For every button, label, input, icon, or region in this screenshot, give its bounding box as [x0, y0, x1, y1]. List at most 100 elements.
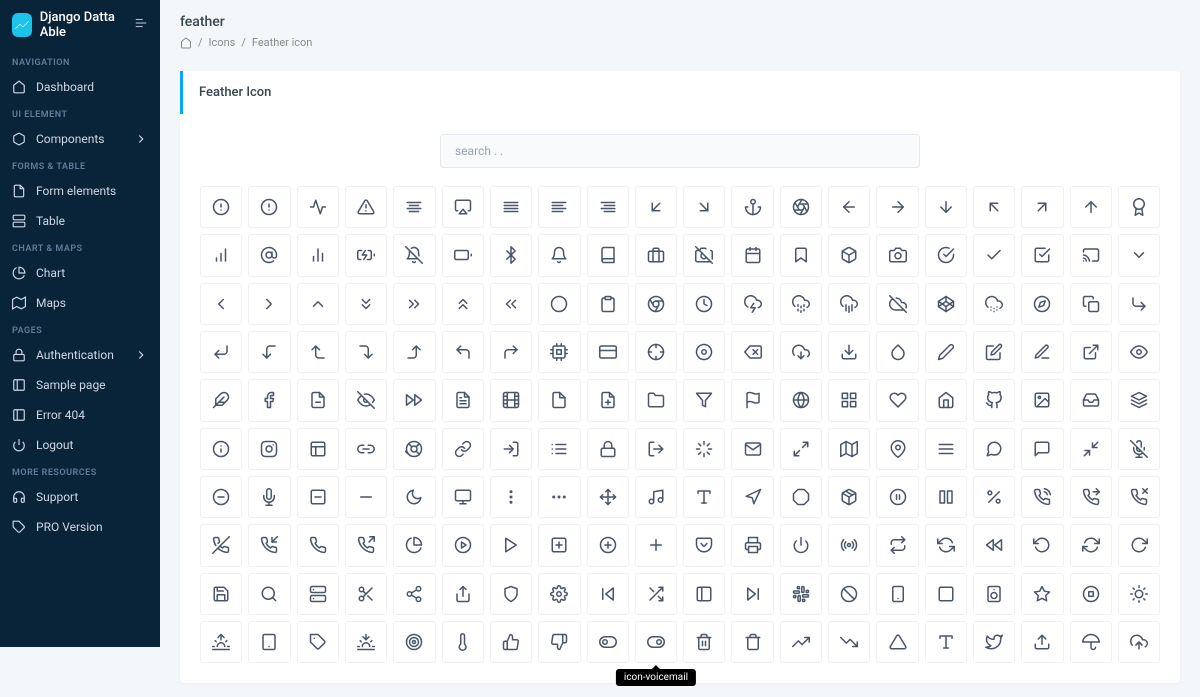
icon-more-vertical[interactable] — [490, 476, 532, 518]
icon-corner-left-down[interactable] — [248, 331, 290, 373]
sidebar-item-components[interactable]: Components — [0, 124, 160, 154]
icon-settings[interactable] — [538, 573, 580, 615]
icon-trending-down[interactable] — [828, 621, 870, 663]
icon-feather[interactable] — [200, 379, 242, 421]
icon-corner-down-left[interactable] — [200, 331, 242, 373]
icon-save[interactable] — [200, 573, 242, 615]
icon-arrow-down-left[interactable] — [635, 186, 677, 228]
sidebar-item-table[interactable]: Table — [0, 206, 160, 236]
icon-percent[interactable] — [973, 476, 1015, 518]
icon-bar-chart[interactable] — [200, 234, 242, 276]
icon-droplet[interactable] — [876, 331, 918, 373]
icon-eye-off[interactable] — [345, 379, 387, 421]
icon-grid[interactable] — [828, 379, 870, 421]
icon-download[interactable] — [828, 331, 870, 373]
icon-power[interactable] — [780, 524, 822, 566]
icon-monitor[interactable] — [442, 476, 484, 518]
icon-list[interactable] — [538, 428, 580, 470]
icon-edit-3[interactable] — [1021, 331, 1063, 373]
icon-folder[interactable] — [635, 379, 677, 421]
icon-eye[interactable] — [1118, 331, 1160, 373]
icon-fast-forward[interactable] — [393, 379, 435, 421]
icon-skip-forward[interactable] — [731, 573, 773, 615]
icon-bell[interactable] — [538, 234, 580, 276]
icon-moon[interactable] — [393, 476, 435, 518]
icon-check[interactable] — [973, 234, 1015, 276]
icon-aperture[interactable] — [780, 186, 822, 228]
icon-trash[interactable] — [731, 621, 773, 663]
icon-cloud-snow[interactable] — [973, 283, 1015, 325]
icon-move[interactable] — [587, 476, 629, 518]
icon-thumbs-down[interactable] — [538, 621, 580, 663]
icon-instagram[interactable] — [248, 428, 290, 470]
icon-arrow-up[interactable] — [1070, 186, 1112, 228]
icon-pocket[interactable] — [683, 524, 725, 566]
icon-align-center[interactable] — [393, 186, 435, 228]
icon-flag[interactable] — [731, 379, 773, 421]
icon-target[interactable] — [393, 621, 435, 663]
icon-award[interactable] — [1118, 186, 1160, 228]
icon-type[interactable] — [683, 476, 725, 518]
icon-link-2[interactable] — [345, 428, 387, 470]
search-input[interactable] — [440, 134, 920, 168]
icon-columns[interactable] — [925, 476, 967, 518]
icon-heart[interactable] — [876, 379, 918, 421]
icon-toggle-right[interactable]: icon-voicemail — [635, 621, 677, 663]
icon-chevrons-up[interactable] — [442, 283, 484, 325]
icon-at-sign[interactable] — [248, 234, 290, 276]
icon-star[interactable] — [1021, 573, 1063, 615]
icon-align-left[interactable] — [538, 186, 580, 228]
icon-bell-off[interactable] — [393, 234, 435, 276]
icon-phone-off[interactable] — [200, 524, 242, 566]
icon-sidebar[interactable] — [683, 573, 725, 615]
icon-stop-circle[interactable] — [1070, 573, 1112, 615]
icon-align-justify[interactable] — [490, 186, 532, 228]
icon-phone-call[interactable] — [1021, 476, 1063, 518]
icon-download-cloud[interactable] — [780, 331, 822, 373]
icon-file-text[interactable] — [442, 379, 484, 421]
icon-mail[interactable] — [731, 428, 773, 470]
icon-navigation[interactable] — [731, 476, 773, 518]
icon-chevron-up[interactable] — [297, 283, 339, 325]
icon-cpu[interactable] — [538, 331, 580, 373]
icon-cast[interactable] — [1070, 234, 1112, 276]
icon-map[interactable] — [828, 428, 870, 470]
icon-thermometer[interactable] — [442, 621, 484, 663]
icon-menu[interactable] — [925, 428, 967, 470]
icon-type[interactable] — [925, 621, 967, 663]
sidebar-item-chart[interactable]: Chart — [0, 258, 160, 288]
icon-play[interactable] — [490, 524, 532, 566]
icon-phone-missed[interactable] — [1118, 476, 1160, 518]
icon-shuffle[interactable] — [635, 573, 677, 615]
icon-triangle[interactable] — [876, 621, 918, 663]
icon-facebook[interactable] — [248, 379, 290, 421]
icon-chevrons-left[interactable] — [490, 283, 532, 325]
icon-bookmark[interactable] — [780, 234, 822, 276]
icon-file[interactable] — [538, 379, 580, 421]
icon-plus-square[interactable] — [538, 524, 580, 566]
icon-book[interactable] — [587, 234, 629, 276]
icon-filter[interactable] — [683, 379, 725, 421]
icon-plus[interactable] — [635, 524, 677, 566]
sidebar-item-dashboard[interactable]: Dashboard — [0, 72, 160, 102]
icon-check-square[interactable] — [1021, 234, 1063, 276]
icon-log-out[interactable] — [635, 428, 677, 470]
icon-arrow-up-right[interactable] — [1021, 186, 1063, 228]
icon-arrow-left[interactable] — [828, 186, 870, 228]
icon-lock[interactable] — [587, 428, 629, 470]
icon-play-circle[interactable] — [442, 524, 484, 566]
icon-arrow-down[interactable] — [925, 186, 967, 228]
icon-link[interactable] — [442, 428, 484, 470]
icon-chevron-left[interactable] — [200, 283, 242, 325]
icon-chevrons-down[interactable] — [345, 283, 387, 325]
icon-minus[interactable] — [345, 476, 387, 518]
app-logo[interactable]: Django Datta Able — [0, 0, 160, 50]
icon-credit-card[interactable] — [587, 331, 629, 373]
icon-box[interactable] — [828, 234, 870, 276]
icon-phone-forwarded[interactable] — [1070, 476, 1112, 518]
icon-maximize-2[interactable] — [780, 428, 822, 470]
icon-chevrons-right[interactable] — [393, 283, 435, 325]
icon-minus-circle[interactable] — [200, 476, 242, 518]
icon-pie-chart[interactable] — [393, 524, 435, 566]
icon-package[interactable] — [828, 476, 870, 518]
